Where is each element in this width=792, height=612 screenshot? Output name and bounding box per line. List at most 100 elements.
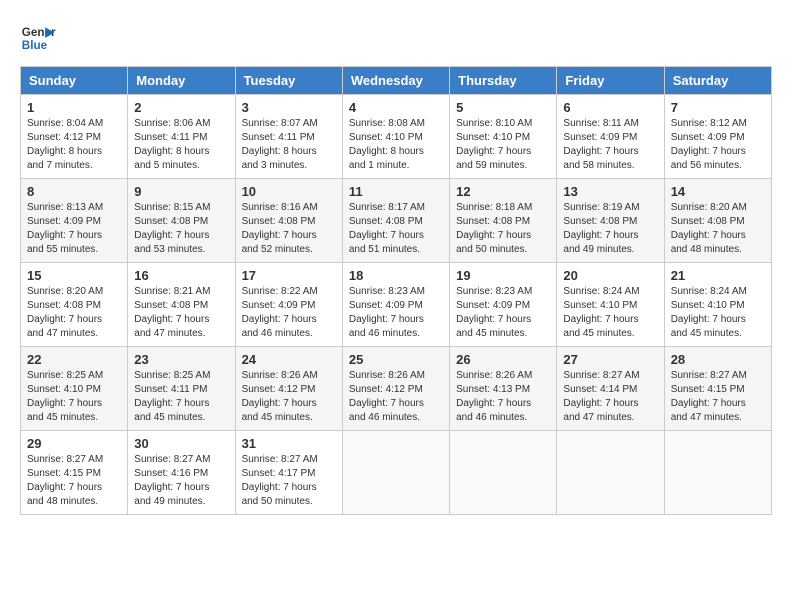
- calendar-cell: 21 Sunrise: 8:24 AM Sunset: 4:10 PM Dayli…: [664, 263, 771, 347]
- day-number: 28: [671, 352, 765, 367]
- day-info: Sunrise: 8:18 AM Sunset: 4:08 PM Dayligh…: [456, 201, 550, 257]
- day-info: Sunrise: 8:20 AM Sunset: 4:08 PM Dayligh…: [27, 285, 121, 341]
- calendar-week-row: 15 Sunrise: 8:20 AM Sunset: 4:08 PM Dayli…: [21, 263, 772, 347]
- day-number: 27: [563, 352, 657, 367]
- calendar-cell: [664, 431, 771, 515]
- calendar-cell: 29 Sunrise: 8:27 AM Sunset: 4:15 PM Dayli…: [21, 431, 128, 515]
- day-number: 26: [456, 352, 550, 367]
- day-info: Sunrise: 8:24 AM Sunset: 4:10 PM Dayligh…: [671, 285, 765, 341]
- calendar-cell: 8Sunrise: 8:13 AM Sunset: 4:09 PM Daylig…: [21, 179, 128, 263]
- day-number: 15: [27, 268, 121, 283]
- day-number: 6: [563, 100, 657, 115]
- calendar-cell: 10 Sunrise: 8:16 AM Sunset: 4:08 PM Dayli…: [235, 179, 342, 263]
- day-info: Sunrise: 8:27 AM Sunset: 4:15 PM Dayligh…: [671, 369, 765, 425]
- column-header-saturday: Saturday: [664, 67, 771, 95]
- day-number: 8: [27, 184, 121, 199]
- day-info: Sunrise: 8:22 AM Sunset: 4:09 PM Dayligh…: [242, 285, 336, 341]
- day-number: 23: [134, 352, 228, 367]
- day-number: 9: [134, 184, 228, 199]
- calendar-cell: 9 Sunrise: 8:15 AM Sunset: 4:08 PM Daylig…: [128, 179, 235, 263]
- calendar-table: SundayMondayTuesdayWednesdayThursdayFrid…: [20, 66, 772, 515]
- calendar-cell: 24Sunrise: 8:26 AM Sunset: 4:12 PM Dayli…: [235, 347, 342, 431]
- day-number: 1: [27, 100, 121, 115]
- day-number: 29: [27, 436, 121, 451]
- calendar-cell: 1 Sunrise: 8:04 AM Sunset: 4:12 PM Daylig…: [21, 95, 128, 179]
- day-number: 2: [134, 100, 228, 115]
- day-number: 31: [242, 436, 336, 451]
- calendar-week-row: 29 Sunrise: 8:27 AM Sunset: 4:15 PM Dayli…: [21, 431, 772, 515]
- calendar-cell: 6 Sunrise: 8:11 AM Sunset: 4:09 PM Daylig…: [557, 95, 664, 179]
- day-info: Sunrise: 8:23 AM Sunset: 4:09 PM Dayligh…: [349, 285, 443, 341]
- calendar-cell: 7 Sunrise: 8:12 AM Sunset: 4:09 PM Daylig…: [664, 95, 771, 179]
- calendar-cell: 2 Sunrise: 8:06 AM Sunset: 4:11 PM Daylig…: [128, 95, 235, 179]
- day-number: 3: [242, 100, 336, 115]
- day-info: Sunrise: 8:04 AM Sunset: 4:12 PM Dayligh…: [27, 117, 121, 173]
- calendar-cell: 18 Sunrise: 8:23 AM Sunset: 4:09 PM Dayli…: [342, 263, 449, 347]
- day-number: 20: [563, 268, 657, 283]
- day-info: Sunrise: 8:26 AM Sunset: 4:13 PM Dayligh…: [456, 369, 550, 425]
- calendar-cell: 5Sunrise: 8:10 AM Sunset: 4:10 PM Daylig…: [450, 95, 557, 179]
- calendar-cell: 14 Sunrise: 8:20 AM Sunset: 4:08 PM Dayli…: [664, 179, 771, 263]
- day-info: Sunrise: 8:17 AM Sunset: 4:08 PM Dayligh…: [349, 201, 443, 257]
- column-header-sunday: Sunday: [21, 67, 128, 95]
- day-info: Sunrise: 8:19 AM Sunset: 4:08 PM Dayligh…: [563, 201, 657, 257]
- calendar-cell: 27 Sunrise: 8:27 AM Sunset: 4:14 PM Dayli…: [557, 347, 664, 431]
- day-info: Sunrise: 8:27 AM Sunset: 4:16 PM Dayligh…: [134, 453, 228, 509]
- day-info: Sunrise: 8:21 AM Sunset: 4:08 PM Dayligh…: [134, 285, 228, 341]
- calendar-cell: 20 Sunrise: 8:24 AM Sunset: 4:10 PM Dayli…: [557, 263, 664, 347]
- column-header-wednesday: Wednesday: [342, 67, 449, 95]
- calendar-cell: 23Sunrise: 8:25 AM Sunset: 4:11 PM Dayli…: [128, 347, 235, 431]
- column-header-monday: Monday: [128, 67, 235, 95]
- calendar-cell: 13 Sunrise: 8:19 AM Sunset: 4:08 PM Dayli…: [557, 179, 664, 263]
- day-number: 13: [563, 184, 657, 199]
- calendar-cell: 30 Sunrise: 8:27 AM Sunset: 4:16 PM Dayli…: [128, 431, 235, 515]
- calendar-cell: [557, 431, 664, 515]
- day-info: Sunrise: 8:25 AM Sunset: 4:10 PM Dayligh…: [27, 369, 121, 425]
- calendar-cell: 4 Sunrise: 8:08 AM Sunset: 4:10 PM Daylig…: [342, 95, 449, 179]
- day-info: Sunrise: 8:08 AM Sunset: 4:10 PM Dayligh…: [349, 117, 443, 173]
- day-info: Sunrise: 8:24 AM Sunset: 4:10 PM Dayligh…: [563, 285, 657, 341]
- day-number: 7: [671, 100, 765, 115]
- day-number: 18: [349, 268, 443, 283]
- day-info: Sunrise: 8:07 AM Sunset: 4:11 PM Dayligh…: [242, 117, 336, 173]
- calendar-cell: 12Sunrise: 8:18 AM Sunset: 4:08 PM Dayli…: [450, 179, 557, 263]
- day-number: 10: [242, 184, 336, 199]
- calendar-cell: 3 Sunrise: 8:07 AM Sunset: 4:11 PM Daylig…: [235, 95, 342, 179]
- day-info: Sunrise: 8:26 AM Sunset: 4:12 PM Dayligh…: [349, 369, 443, 425]
- day-info: Sunrise: 8:20 AM Sunset: 4:08 PM Dayligh…: [671, 201, 765, 257]
- day-info: Sunrise: 8:15 AM Sunset: 4:08 PM Dayligh…: [134, 201, 228, 257]
- day-info: Sunrise: 8:23 AM Sunset: 4:09 PM Dayligh…: [456, 285, 550, 341]
- logo: General Blue: [20, 20, 56, 56]
- day-number: 5: [456, 100, 550, 115]
- day-number: 17: [242, 268, 336, 283]
- column-header-friday: Friday: [557, 67, 664, 95]
- calendar-cell: 22Sunrise: 8:25 AM Sunset: 4:10 PM Dayli…: [21, 347, 128, 431]
- svg-text:Blue: Blue: [22, 39, 48, 52]
- day-number: 4: [349, 100, 443, 115]
- calendar-week-row: 1 Sunrise: 8:04 AM Sunset: 4:12 PM Daylig…: [21, 95, 772, 179]
- calendar-cell: 26 Sunrise: 8:26 AM Sunset: 4:13 PM Dayli…: [450, 347, 557, 431]
- day-info: Sunrise: 8:16 AM Sunset: 4:08 PM Dayligh…: [242, 201, 336, 257]
- day-info: Sunrise: 8:12 AM Sunset: 4:09 PM Dayligh…: [671, 117, 765, 173]
- day-number: 21: [671, 268, 765, 283]
- day-number: 24: [242, 352, 336, 367]
- day-info: Sunrise: 8:27 AM Sunset: 4:14 PM Dayligh…: [563, 369, 657, 425]
- calendar-cell: 16Sunrise: 8:21 AM Sunset: 4:08 PM Dayli…: [128, 263, 235, 347]
- calendar-cell: 31 Sunrise: 8:27 AM Sunset: 4:17 PM Dayli…: [235, 431, 342, 515]
- calendar-header-row: SundayMondayTuesdayWednesdayThursdayFrid…: [21, 67, 772, 95]
- column-header-thursday: Thursday: [450, 67, 557, 95]
- calendar-body: 1 Sunrise: 8:04 AM Sunset: 4:12 PM Daylig…: [21, 95, 772, 515]
- calendar-cell: 19 Sunrise: 8:23 AM Sunset: 4:09 PM Dayli…: [450, 263, 557, 347]
- calendar-week-row: 8Sunrise: 8:13 AM Sunset: 4:09 PM Daylig…: [21, 179, 772, 263]
- day-number: 14: [671, 184, 765, 199]
- day-info: Sunrise: 8:27 AM Sunset: 4:17 PM Dayligh…: [242, 453, 336, 509]
- day-number: 19: [456, 268, 550, 283]
- day-number: 30: [134, 436, 228, 451]
- day-info: Sunrise: 8:06 AM Sunset: 4:11 PM Dayligh…: [134, 117, 228, 173]
- calendar-week-row: 22Sunrise: 8:25 AM Sunset: 4:10 PM Dayli…: [21, 347, 772, 431]
- logo-icon: General Blue: [20, 20, 56, 56]
- calendar-cell: 11Sunrise: 8:17 AM Sunset: 4:08 PM Dayli…: [342, 179, 449, 263]
- calendar-cell: 25Sunrise: 8:26 AM Sunset: 4:12 PM Dayli…: [342, 347, 449, 431]
- day-info: Sunrise: 8:27 AM Sunset: 4:15 PM Dayligh…: [27, 453, 121, 509]
- day-info: Sunrise: 8:11 AM Sunset: 4:09 PM Dayligh…: [563, 117, 657, 173]
